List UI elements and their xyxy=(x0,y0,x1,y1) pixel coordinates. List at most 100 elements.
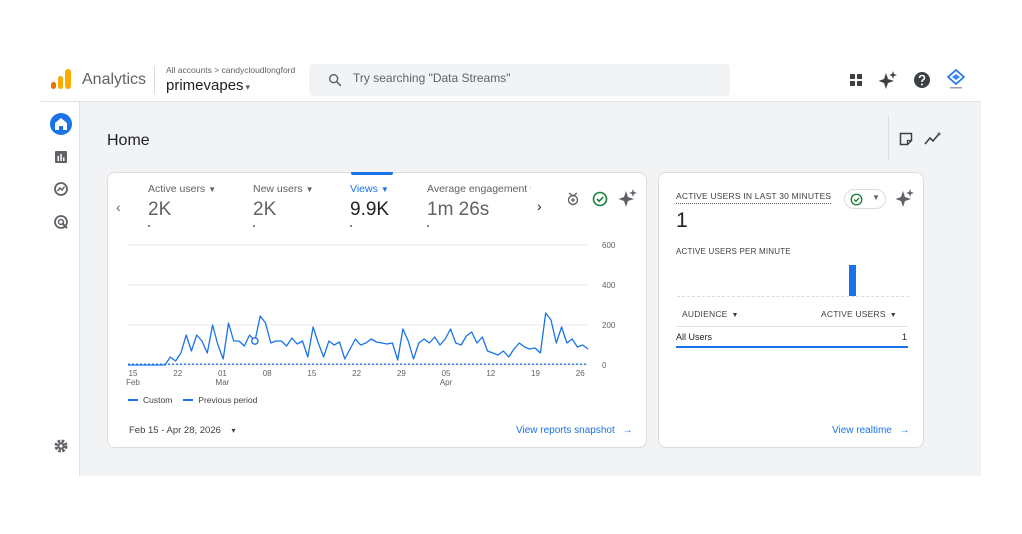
date-range-label: Feb 15 - Apr 28, 2026 xyxy=(129,425,221,436)
row-audience[interactable]: All Users xyxy=(676,332,712,342)
column-header-active-users[interactable]: ACTIVE USERS ▼ xyxy=(821,309,897,319)
chevron-down-icon: ▼ xyxy=(872,193,880,202)
sparkle-icon[interactable] xyxy=(878,70,898,90)
view-reports-snapshot-link[interactable]: View reports snapshot → xyxy=(516,425,633,436)
series-line-custom xyxy=(128,312,589,366)
per-minute-title: ACTIVE USERS PER MINUTE xyxy=(676,247,791,256)
overview-card: ‹ Active users ▼ 2K New users ▼ 2K Views ▼ … xyxy=(107,172,647,448)
view-realtime-link[interactable]: View realtime → xyxy=(832,425,910,436)
advertising-icon[interactable] xyxy=(50,211,72,233)
explore-icon[interactable] xyxy=(50,178,72,200)
help-icon[interactable] xyxy=(912,70,932,90)
selected-tab-indicator xyxy=(351,172,393,175)
x-tick-month-label: Feb xyxy=(126,378,140,387)
x-tick-label: 22 xyxy=(173,369,182,378)
divider xyxy=(888,116,889,160)
chevron-down-icon[interactable]: ▼ xyxy=(381,185,389,194)
chevron-down-icon[interactable]: ▼ xyxy=(306,185,314,194)
apps-grid-icon[interactable] xyxy=(846,70,866,90)
data-quality-button[interactable]: ▼ xyxy=(844,189,886,209)
note-icon[interactable] xyxy=(898,131,914,147)
x-tick-label: 05 xyxy=(442,369,451,378)
chevron-down-icon: ▼ xyxy=(889,312,897,319)
metric-label: Views xyxy=(350,183,378,195)
row-share-bar xyxy=(676,346,908,348)
home-icon[interactable] xyxy=(50,113,72,135)
sparkle-icon[interactable] xyxy=(895,188,915,208)
column-label: ACTIVE USERS xyxy=(821,309,886,319)
chevron-left-icon[interactable]: ‹ xyxy=(116,199,121,215)
metric-label: Average engagement t xyxy=(427,183,531,195)
property-name: primevapes xyxy=(166,77,244,94)
delta-indicator xyxy=(350,225,352,227)
legend-swatch-custom xyxy=(128,399,138,401)
metric-tab-average-engagement[interactable]: Average engagement t 1m 26s xyxy=(427,183,531,227)
insights-icon[interactable] xyxy=(924,131,942,147)
x-tick-label: 29 xyxy=(397,369,406,378)
date-range-picker[interactable]: Feb 15 - Apr 28, 2026 ▾ xyxy=(129,425,236,436)
per-minute-bar-chart xyxy=(677,261,909,297)
search-bar[interactable] xyxy=(309,64,730,96)
app-name: Analytics xyxy=(82,71,147,88)
metric-value: 2K xyxy=(148,199,172,220)
metric-tab-new-users[interactable]: New users ▼ 2K xyxy=(253,183,314,227)
divider xyxy=(154,66,155,94)
legend-label-custom: Custom xyxy=(143,395,173,405)
y-tick-label: 400 xyxy=(602,281,616,290)
peak-marker xyxy=(251,337,259,345)
metric-label: Active users xyxy=(148,183,206,195)
metric-value: 9.9K xyxy=(350,199,390,220)
x-tick-label: 15 xyxy=(307,369,316,378)
metric-tab-views[interactable]: Views ▼ 9.9K xyxy=(350,183,389,227)
delta-indicator xyxy=(148,225,150,227)
x-tick-label: 15 xyxy=(129,369,138,378)
legend-swatch-previous xyxy=(183,399,194,401)
account-breadcrumb[interactable]: All accounts > candycloudlongford xyxy=(166,65,295,75)
gear-icon[interactable] xyxy=(50,435,72,457)
metric-tab-active-users[interactable]: Active users ▼ 2K xyxy=(148,183,216,227)
x-tick-label: 22 xyxy=(352,369,361,378)
link-label: View reports snapshot xyxy=(516,425,615,436)
arrow-right-icon: → xyxy=(899,425,910,436)
property-selector[interactable]: primevapes ▾ xyxy=(166,77,250,94)
divider xyxy=(676,326,908,327)
sparkle-icon[interactable] xyxy=(618,188,638,208)
reports-icon[interactable] xyxy=(50,146,72,168)
search-input[interactable] xyxy=(353,71,713,85)
realtime-title[interactable]: ACTIVE USERS IN LAST 30 MINUTES xyxy=(676,191,832,204)
delta-indicator xyxy=(427,225,429,227)
chevron-down-icon[interactable]: ▼ xyxy=(208,185,216,194)
link-label: View realtime xyxy=(832,425,892,436)
delta-indicator xyxy=(253,225,255,227)
arrow-right-icon: → xyxy=(622,425,633,436)
y-tick-label: 200 xyxy=(602,321,616,330)
left-nav xyxy=(41,102,80,476)
x-tick-label: 19 xyxy=(531,369,540,378)
metric-label: New users xyxy=(253,183,303,195)
checkmark-circle-icon xyxy=(850,193,863,206)
views-line-chart: 020040060015Feb22 01Mar08 15 22 29 05Apr12 19 2… xyxy=(126,241,616,387)
x-tick-label: 01 xyxy=(218,369,227,378)
x-tick-label: 08 xyxy=(263,369,272,378)
x-tick-label: 12 xyxy=(486,369,495,378)
x-tick-month-label: Apr xyxy=(440,378,453,387)
search-icon xyxy=(328,73,342,87)
y-tick-label: 0 xyxy=(602,361,607,370)
column-header-audience[interactable]: AUDIENCE ▼ xyxy=(682,309,739,319)
chevron-down-icon: ▼ xyxy=(731,312,739,319)
analytics-logo-icon[interactable] xyxy=(51,69,71,89)
x-tick-label: 26 xyxy=(576,369,585,378)
metric-value: 2K xyxy=(253,199,277,220)
checkmark-circle-icon[interactable] xyxy=(590,189,610,209)
per-minute-bar xyxy=(849,265,857,296)
account-logo-icon[interactable] xyxy=(945,68,967,92)
chart-legend: Custom Previous period xyxy=(128,395,257,405)
realtime-active-users-value: 1 xyxy=(676,209,688,232)
realtime-card: ACTIVE USERS IN LAST 30 MINUTES 1 ▼ ACTI… xyxy=(658,172,924,448)
compare-icon[interactable] xyxy=(563,189,583,209)
chevron-right-icon[interactable]: › xyxy=(537,198,542,214)
column-label: AUDIENCE xyxy=(682,309,728,319)
row-active-users: 1 xyxy=(902,332,908,342)
top-bar: Analytics All accounts > candycloudlongf… xyxy=(41,58,981,102)
chevron-down-icon: ▾ xyxy=(245,82,251,92)
